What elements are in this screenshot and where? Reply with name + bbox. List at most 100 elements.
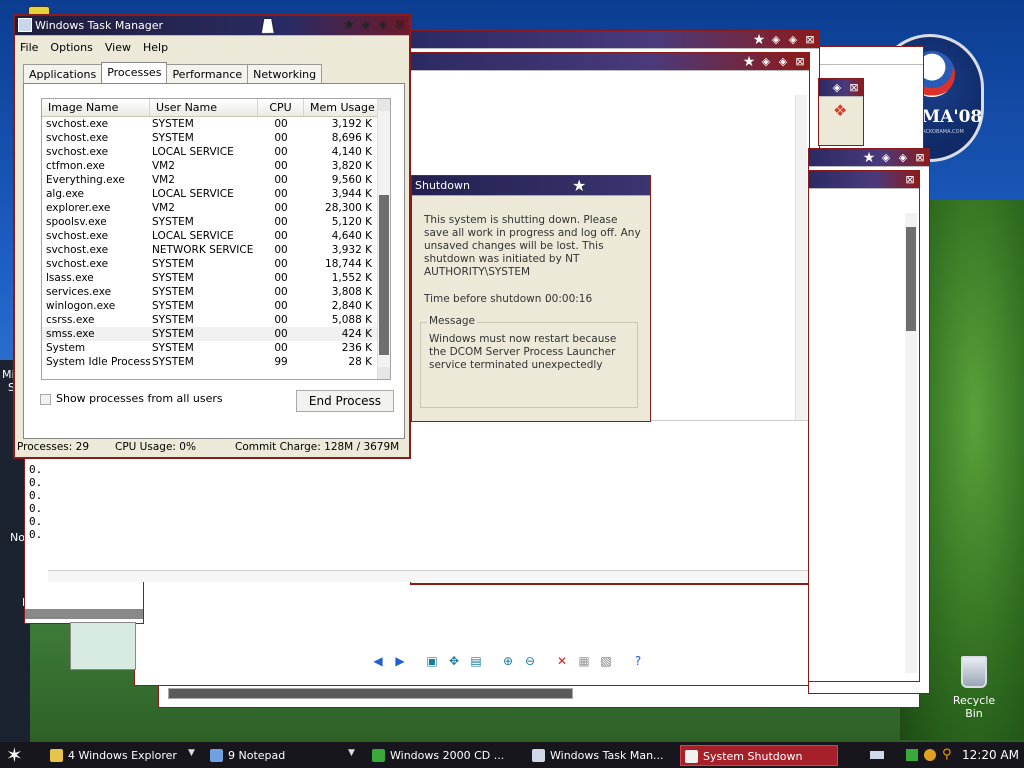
minimize-icon[interactable]: ◈ <box>830 81 844 95</box>
maximize-icon[interactable]: ◈ <box>896 151 910 165</box>
previous-icon[interactable]: ◀ <box>370 653 386 669</box>
table-row[interactable]: smss.exe SYSTEM 00 424 K <box>42 327 378 341</box>
chevron-down-icon[interactable]: ▼ <box>188 748 195 758</box>
table-row[interactable]: System Idle Process SYSTEM 99 28 K <box>42 355 378 369</box>
window-titlebar[interactable]: ◈ ⊠ <box>819 79 863 97</box>
close-icon[interactable]: ⊠ <box>803 33 817 47</box>
small-window[interactable]: ◈ ⊠ ❖ <box>818 78 864 146</box>
process-image-name: svchost.exe <box>46 244 109 256</box>
maximize-icon[interactable]: ◈ <box>786 33 800 47</box>
scroll-down-button[interactable] <box>378 367 390 379</box>
vertical-scrollbar[interactable] <box>905 213 917 673</box>
scrollbar-thumb[interactable] <box>906 227 916 331</box>
close-icon[interactable]: ⊠ <box>793 55 807 69</box>
minimize-icon[interactable]: ◈ <box>359 18 373 32</box>
process-cpu: 00 <box>274 146 288 158</box>
task-manager-titlebar[interactable]: Windows Task Manager ★ ◈ ◈ ⊠ <box>15 16 409 36</box>
keyboard-icon[interactable] <box>870 751 884 759</box>
column-mem-usage[interactable]: Mem Usage <box>304 99 378 117</box>
taskbar-item-win2000-cd[interactable]: Windows 2000 CD ... <box>368 745 520 766</box>
close-icon[interactable]: ⊠ <box>913 151 927 165</box>
table-row[interactable]: lsass.exe SYSTEM 00 1,552 K <box>42 271 378 285</box>
task-manager-window[interactable]: Windows Task Manager ★ ◈ ◈ ⊠ File Option… <box>13 14 411 459</box>
table-row[interactable]: svchost.exe SYSTEM 00 8,696 K <box>42 131 378 145</box>
taskbar-clock[interactable]: 12:20 AM <box>962 748 1019 762</box>
best-fit-icon[interactable]: ▣ <box>424 653 440 669</box>
minimize-icon[interactable]: ◈ <box>879 151 893 165</box>
background-window[interactable]: ⊠ <box>808 170 920 682</box>
menu-view[interactable]: View <box>105 41 131 54</box>
maximize-icon[interactable]: ◈ <box>376 18 390 32</box>
table-row[interactable]: ctfmon.exe VM2 00 3,820 K <box>42 159 378 173</box>
maximize-icon[interactable]: ◈ <box>776 55 790 69</box>
process-list-scrollbar[interactable] <box>377 99 390 379</box>
next-icon[interactable]: ▶ <box>392 653 408 669</box>
search-icon[interactable]: ⚲ <box>942 748 954 761</box>
actual-size-icon[interactable]: ✥ <box>446 653 462 669</box>
chevron-down-icon[interactable]: ▼ <box>348 748 355 758</box>
tab-processes[interactable]: Processes <box>101 62 168 84</box>
table-row[interactable]: explorer.exe VM2 00 28,300 K <box>42 201 378 215</box>
recycle-bin[interactable]: Recycle Bin <box>944 656 1004 720</box>
table-row[interactable]: spoolsv.exe SYSTEM 00 5,120 K <box>42 215 378 229</box>
process-user-name: SYSTEM <box>152 216 194 228</box>
tab-performance[interactable]: Performance <box>166 64 249 84</box>
window-titlebar[interactable]: ⊠ <box>809 171 919 189</box>
menu-file[interactable]: File <box>20 41 38 54</box>
table-row[interactable]: svchost.exe SYSTEM 00 18,744 K <box>42 257 378 271</box>
end-process-button[interactable]: End Process <box>296 390 394 412</box>
tab-applications[interactable]: Applications <box>23 64 103 84</box>
menu-help[interactable]: Help <box>143 41 168 54</box>
horizontal-scrollbar[interactable] <box>168 688 573 699</box>
taskbar-item-notepad[interactable]: 9 Notepad <box>206 745 356 766</box>
copy-to-icon[interactable]: ▧ <box>598 653 614 669</box>
column-image-name[interactable]: Image Name <box>42 99 150 117</box>
table-row[interactable]: svchost.exe NETWORK SERVICE 00 3,932 K <box>42 243 378 257</box>
shutdown-titlebar[interactable]: Shutdown ★ <box>412 176 650 196</box>
zoom-in-icon[interactable]: ⊕ <box>500 653 516 669</box>
delete-icon[interactable]: ✕ <box>554 653 570 669</box>
process-list[interactable]: Image Name User Name CPU Mem Usage svcho… <box>41 98 391 380</box>
process-image-name: svchost.exe <box>46 258 109 270</box>
taskbar-item-explorer[interactable]: 4 Windows Explorer <box>46 745 196 766</box>
recycle-bin-label: Recycle Bin <box>952 694 996 720</box>
table-row[interactable]: svchost.exe SYSTEM 00 3,192 K <box>42 117 378 131</box>
zoom-out-icon[interactable]: ⊖ <box>522 653 538 669</box>
tab-networking[interactable]: Networking <box>247 64 323 84</box>
start-button[interactable]: ✶ <box>6 744 26 766</box>
minimize-icon[interactable]: ◈ <box>759 55 773 69</box>
table-row[interactable]: svchost.exe LOCAL SERVICE 00 4,140 K <box>42 145 378 159</box>
slideshow-icon[interactable]: ▤ <box>468 653 484 669</box>
desktop-icon-label[interactable]: No <box>10 531 25 544</box>
console-scrollbar[interactable] <box>25 609 143 619</box>
close-icon[interactable]: ⊠ <box>847 81 861 95</box>
column-user-name[interactable]: User Name <box>150 99 258 117</box>
table-row[interactable]: services.exe SYSTEM 00 3,808 K <box>42 285 378 299</box>
show-all-processes-checkbox[interactable] <box>40 394 51 405</box>
taskbar-item-task-manager[interactable]: Windows Task Man... <box>528 745 678 766</box>
window-titlebar[interactable]: ★ ◈ ◈ ⊠ <box>411 53 809 71</box>
shield-icon[interactable] <box>924 749 936 761</box>
taskbar-item-system-shutdown[interactable]: System Shutdown <box>680 745 838 766</box>
table-row[interactable]: System SYSTEM 00 236 K <box>42 341 378 355</box>
horizontal-scrollbar[interactable] <box>48 570 808 582</box>
close-icon[interactable]: ⊠ <box>903 173 917 187</box>
process-cpu: 00 <box>274 118 288 130</box>
scroll-up-button[interactable] <box>378 99 390 111</box>
table-row[interactable]: csrss.exe SYSTEM 00 5,088 K <box>42 313 378 327</box>
shutdown-dialog[interactable]: Shutdown ★ This system is shutting down.… <box>411 175 651 422</box>
help-icon[interactable]: ? <box>630 653 646 669</box>
menu-options[interactable]: Options <box>50 41 92 54</box>
scrollbar-thumb[interactable] <box>379 195 389 355</box>
table-row[interactable]: svchost.exe LOCAL SERVICE 00 4,640 K <box>42 229 378 243</box>
window-titlebar[interactable]: ★ ◈ ◈ ⊠ <box>411 31 819 49</box>
column-cpu[interactable]: CPU <box>258 99 304 117</box>
table-row[interactable]: alg.exe LOCAL SERVICE 00 3,944 K <box>42 187 378 201</box>
print-icon[interactable]: ▦ <box>576 653 592 669</box>
window-titlebar[interactable]: ★ ◈ ◈ ⊠ <box>809 149 929 167</box>
minimize-icon[interactable]: ◈ <box>769 33 783 47</box>
table-row[interactable]: winlogon.exe SYSTEM 00 2,840 K <box>42 299 378 313</box>
network-icon[interactable] <box>906 749 918 761</box>
close-icon[interactable]: ⊠ <box>393 18 407 32</box>
table-row[interactable]: Everything.exe VM2 00 9,560 K <box>42 173 378 187</box>
